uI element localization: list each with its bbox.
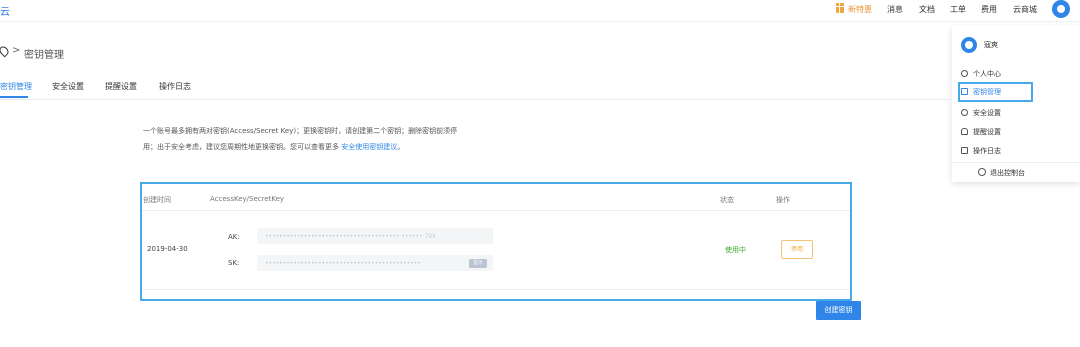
gift-icon <box>836 3 844 13</box>
dropdown-avatar <box>961 37 977 53</box>
description-line-1: 一个账号最多拥有两对密钥(Access/Secret Key)；更换密钥时，请创… <box>143 127 458 135</box>
active-tab-indicator <box>0 96 28 98</box>
username: 寇爽 <box>984 41 998 49</box>
nav-billing[interactable]: 费用 <box>981 4 997 15</box>
key-icon <box>0 44 11 58</box>
logo[interactable]: 云 <box>0 3 10 18</box>
log-icon <box>961 147 968 154</box>
shield-icon <box>961 109 968 116</box>
created-date: 2019-04-30 <box>147 245 188 253</box>
user-icon <box>961 70 968 77</box>
lock-icon <box>961 88 968 95</box>
menu-item-label: 安全设置 <box>973 109 1001 117</box>
access-key-field: •••••••••••••••••••••••••••••••••••••• •… <box>257 228 493 244</box>
show-secret-button[interactable]: 显示 <box>469 259 487 268</box>
top-bar: 云 新特惠 消息 文档 工单 费用 云商城 <box>0 0 1080 22</box>
column-status: 状态 <box>720 196 734 204</box>
nav-tickets[interactable]: 工单 <box>950 4 966 15</box>
menu-item-label: 操作日志 <box>973 147 1001 155</box>
page-title: 密钥管理 <box>24 50 64 61</box>
menu-item-label: 提醒设置 <box>973 128 1001 136</box>
tab-operation-log[interactable]: 操作日志 <box>159 81 191 92</box>
description-end: 。 <box>397 143 405 151</box>
power-icon <box>978 168 986 176</box>
nav-promo[interactable]: 新特惠 <box>848 4 872 15</box>
menu-item-key-management[interactable]: 密钥管理 <box>958 82 1033 102</box>
exit-console-button[interactable]: 退出控制台 <box>978 168 1025 178</box>
create-key-button[interactable]: 创建密钥 <box>816 301 861 320</box>
column-created-time: 创建时间 <box>143 196 171 204</box>
menu-item-personal-center[interactable]: 个人中心 <box>958 64 1033 84</box>
menu-item-operation-log[interactable]: 操作日志 <box>958 141 1033 161</box>
status-badge: 使用中 <box>725 246 746 254</box>
menu-item-reminder-settings[interactable]: 提醒设置 <box>958 122 1033 142</box>
table-footer-divider <box>142 289 850 290</box>
nav-marketplace[interactable]: 云商城 <box>1013 4 1037 15</box>
tab-security-settings[interactable]: 安全设置 <box>52 81 84 92</box>
tab-divider <box>0 99 950 100</box>
security-advice-link[interactable]: 安全使用密钥建议 <box>341 143 397 151</box>
disable-button[interactable]: 停用 <box>781 240 813 259</box>
menu-item-label: 个人中心 <box>973 70 1001 78</box>
bell-icon <box>961 128 968 135</box>
sk-label: SK: <box>228 259 240 267</box>
description-line-2: 用；出于安全考虑，建议您周期性地更换密钥。您可以查看更多 安全使用密钥建议。 <box>143 142 404 152</box>
dropdown-divider <box>952 162 1080 163</box>
tab-reminder-settings[interactable]: 提醒设置 <box>105 81 137 92</box>
table-header-divider <box>142 210 850 211</box>
tab-key-management[interactable]: 密钥管理 <box>0 81 32 92</box>
secret-key-field: ••••••••••••••••••••••••••••••••••••••••… <box>257 255 493 271</box>
column-access-secret-key: AccessKey/SecretKey <box>210 195 285 203</box>
exit-console-label: 退出控制台 <box>990 169 1025 177</box>
menu-item-security-settings[interactable]: 安全设置 <box>958 103 1033 123</box>
ak-label: AK: <box>228 233 240 241</box>
menu-item-label: 密钥管理 <box>973 88 1001 96</box>
column-actions: 操作 <box>776 196 790 204</box>
nav-docs[interactable]: 文档 <box>919 4 935 15</box>
breadcrumb-separator: > <box>12 45 21 56</box>
avatar[interactable] <box>1052 0 1070 18</box>
nav-messages[interactable]: 消息 <box>887 4 903 15</box>
description-text: 用；出于安全考虑，建议您周期性地更换密钥。您可以查看更多 <box>143 143 339 151</box>
